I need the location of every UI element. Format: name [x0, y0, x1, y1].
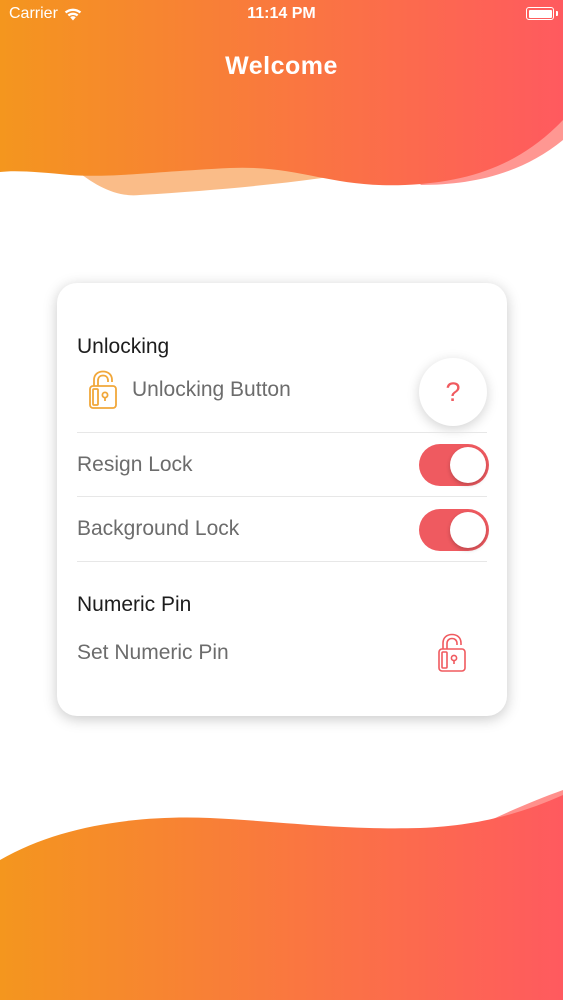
resign-lock-label: Resign Lock [77, 453, 193, 476]
set-numeric-pin-label[interactable]: Set Numeric Pin [77, 641, 229, 665]
set-pin-padlock-icon[interactable] [435, 633, 469, 678]
bottom-wave [0, 795, 563, 1000]
background-lock-label: Background Lock [77, 517, 240, 540]
question-icon: ? [445, 376, 461, 407]
toggle-knob [450, 447, 486, 483]
background-lock-toggle[interactable] [419, 509, 489, 551]
section-title-unlocking: Unlocking [77, 335, 170, 358]
help-button[interactable]: ? [419, 358, 487, 426]
unlocking-button-label: Unlocking Button [132, 378, 291, 401]
divider [77, 496, 487, 497]
battery-cap [556, 11, 558, 16]
settings-card: Unlocking Unlocking Button ? Resign Lock… [57, 283, 507, 716]
status-time: 11:14 PM [247, 5, 316, 22]
section-title-numeric-pin: Numeric Pin [77, 593, 192, 616]
status-bar: Carrier 11:14 PM [0, 0, 563, 30]
toggle-knob [450, 512, 486, 548]
battery-fill [528, 9, 552, 18]
resign-lock-toggle[interactable] [419, 444, 489, 486]
padlock-icon [86, 370, 120, 415]
divider [77, 561, 487, 562]
page-title: Welcome [225, 52, 338, 80]
divider [77, 432, 487, 433]
battery-icon [526, 7, 558, 20]
